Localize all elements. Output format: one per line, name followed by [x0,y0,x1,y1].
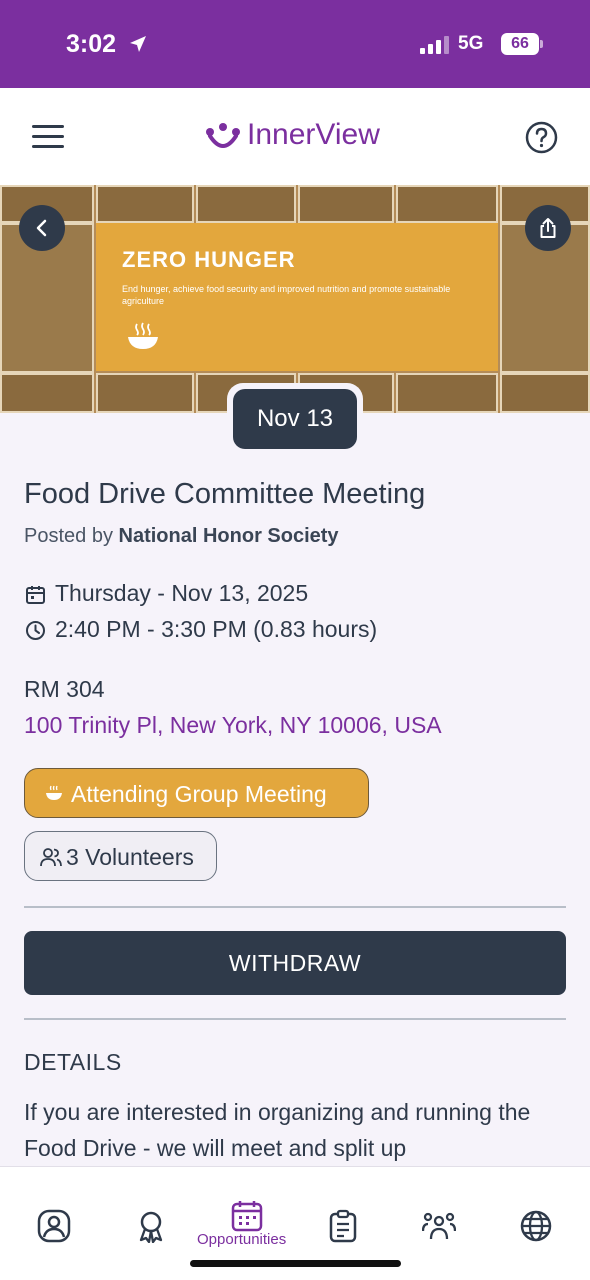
signal-icon [420,36,449,54]
status-time: 3:02 [66,30,117,58]
location-arrow-icon [130,36,146,52]
share-button[interactable] [525,205,571,251]
withdraw-button[interactable]: WITHDRAW [24,931,566,995]
home-indicator [190,1260,401,1267]
bowl-icon [46,785,62,800]
profile-icon[interactable] [37,1209,71,1243]
share-icon [540,218,556,238]
chevron-left-icon [36,219,47,237]
date-badge: Nov 13 [233,389,357,449]
groups-icon[interactable] [422,1209,456,1243]
organization-name[interactable]: National Honor Society [119,525,339,547]
tab-opportunities-label[interactable]: Opportunities [197,1231,286,1248]
hero-card: ZERO HUNGER End hunger, achieve food sec… [96,223,498,371]
badge-icon[interactable] [134,1209,168,1243]
event-address-link[interactable]: 100 Trinity Pl, New York, NY 10006, USA [24,712,442,739]
status-bar: 3:02 5G 66 [0,0,590,88]
posted-by: Posted by National Honor Society [24,525,339,548]
back-button[interactable] [19,205,65,251]
divider [24,906,566,908]
hero-subtitle: End hunger, achieve food security and im… [122,284,451,306]
help-icon[interactable] [525,121,558,154]
volunteers-chip[interactable]: 3 Volunteers [24,831,217,881]
details-heading: DETAILS [24,1049,122,1075]
hero-image: ZERO HUNGER End hunger, achieve food sec… [0,185,590,413]
event-room: RM 304 [24,676,105,702]
bowl-icon [128,322,158,349]
volunteers-label: 3 Volunteers [66,844,194,870]
posted-by-prefix: Posted by [24,525,119,547]
battery-level: 66 [501,33,539,55]
calendar-icon [26,586,45,604]
attending-label: Attending Group Meeting [71,781,327,807]
clock-icon [26,621,45,640]
details-text: If you are interested in organizing and … [24,1099,531,1161]
globe-icon[interactable] [519,1209,553,1243]
attending-status-chip: Attending Group Meeting [24,768,369,818]
event-date: Thursday - Nov 13, 2025 [55,580,309,606]
network-label: 5G [458,33,484,54]
event-time: 2:40 PM - 3:30 PM (0.83 hours) [55,616,378,642]
event-title: Food Drive Committee Meeting [24,478,426,510]
logo-icon [206,123,240,148]
clipboard-icon[interactable] [326,1209,360,1243]
app-title: InnerView [247,118,380,151]
battery-icon: 66 [501,33,543,55]
hero-title: ZERO HUNGER [122,247,296,272]
divider [24,1018,566,1020]
users-icon [40,848,62,867]
menu-icon[interactable] [32,125,64,149]
calendar-icon[interactable] [230,1199,264,1233]
